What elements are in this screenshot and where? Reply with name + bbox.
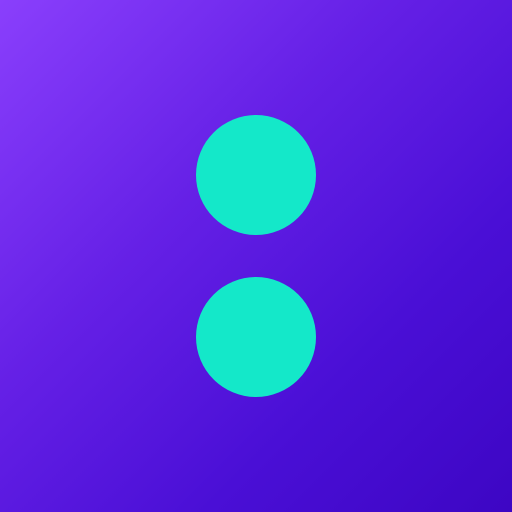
top-dot-icon <box>196 115 316 235</box>
bottom-dot-icon <box>196 277 316 397</box>
app-icon <box>0 0 512 512</box>
